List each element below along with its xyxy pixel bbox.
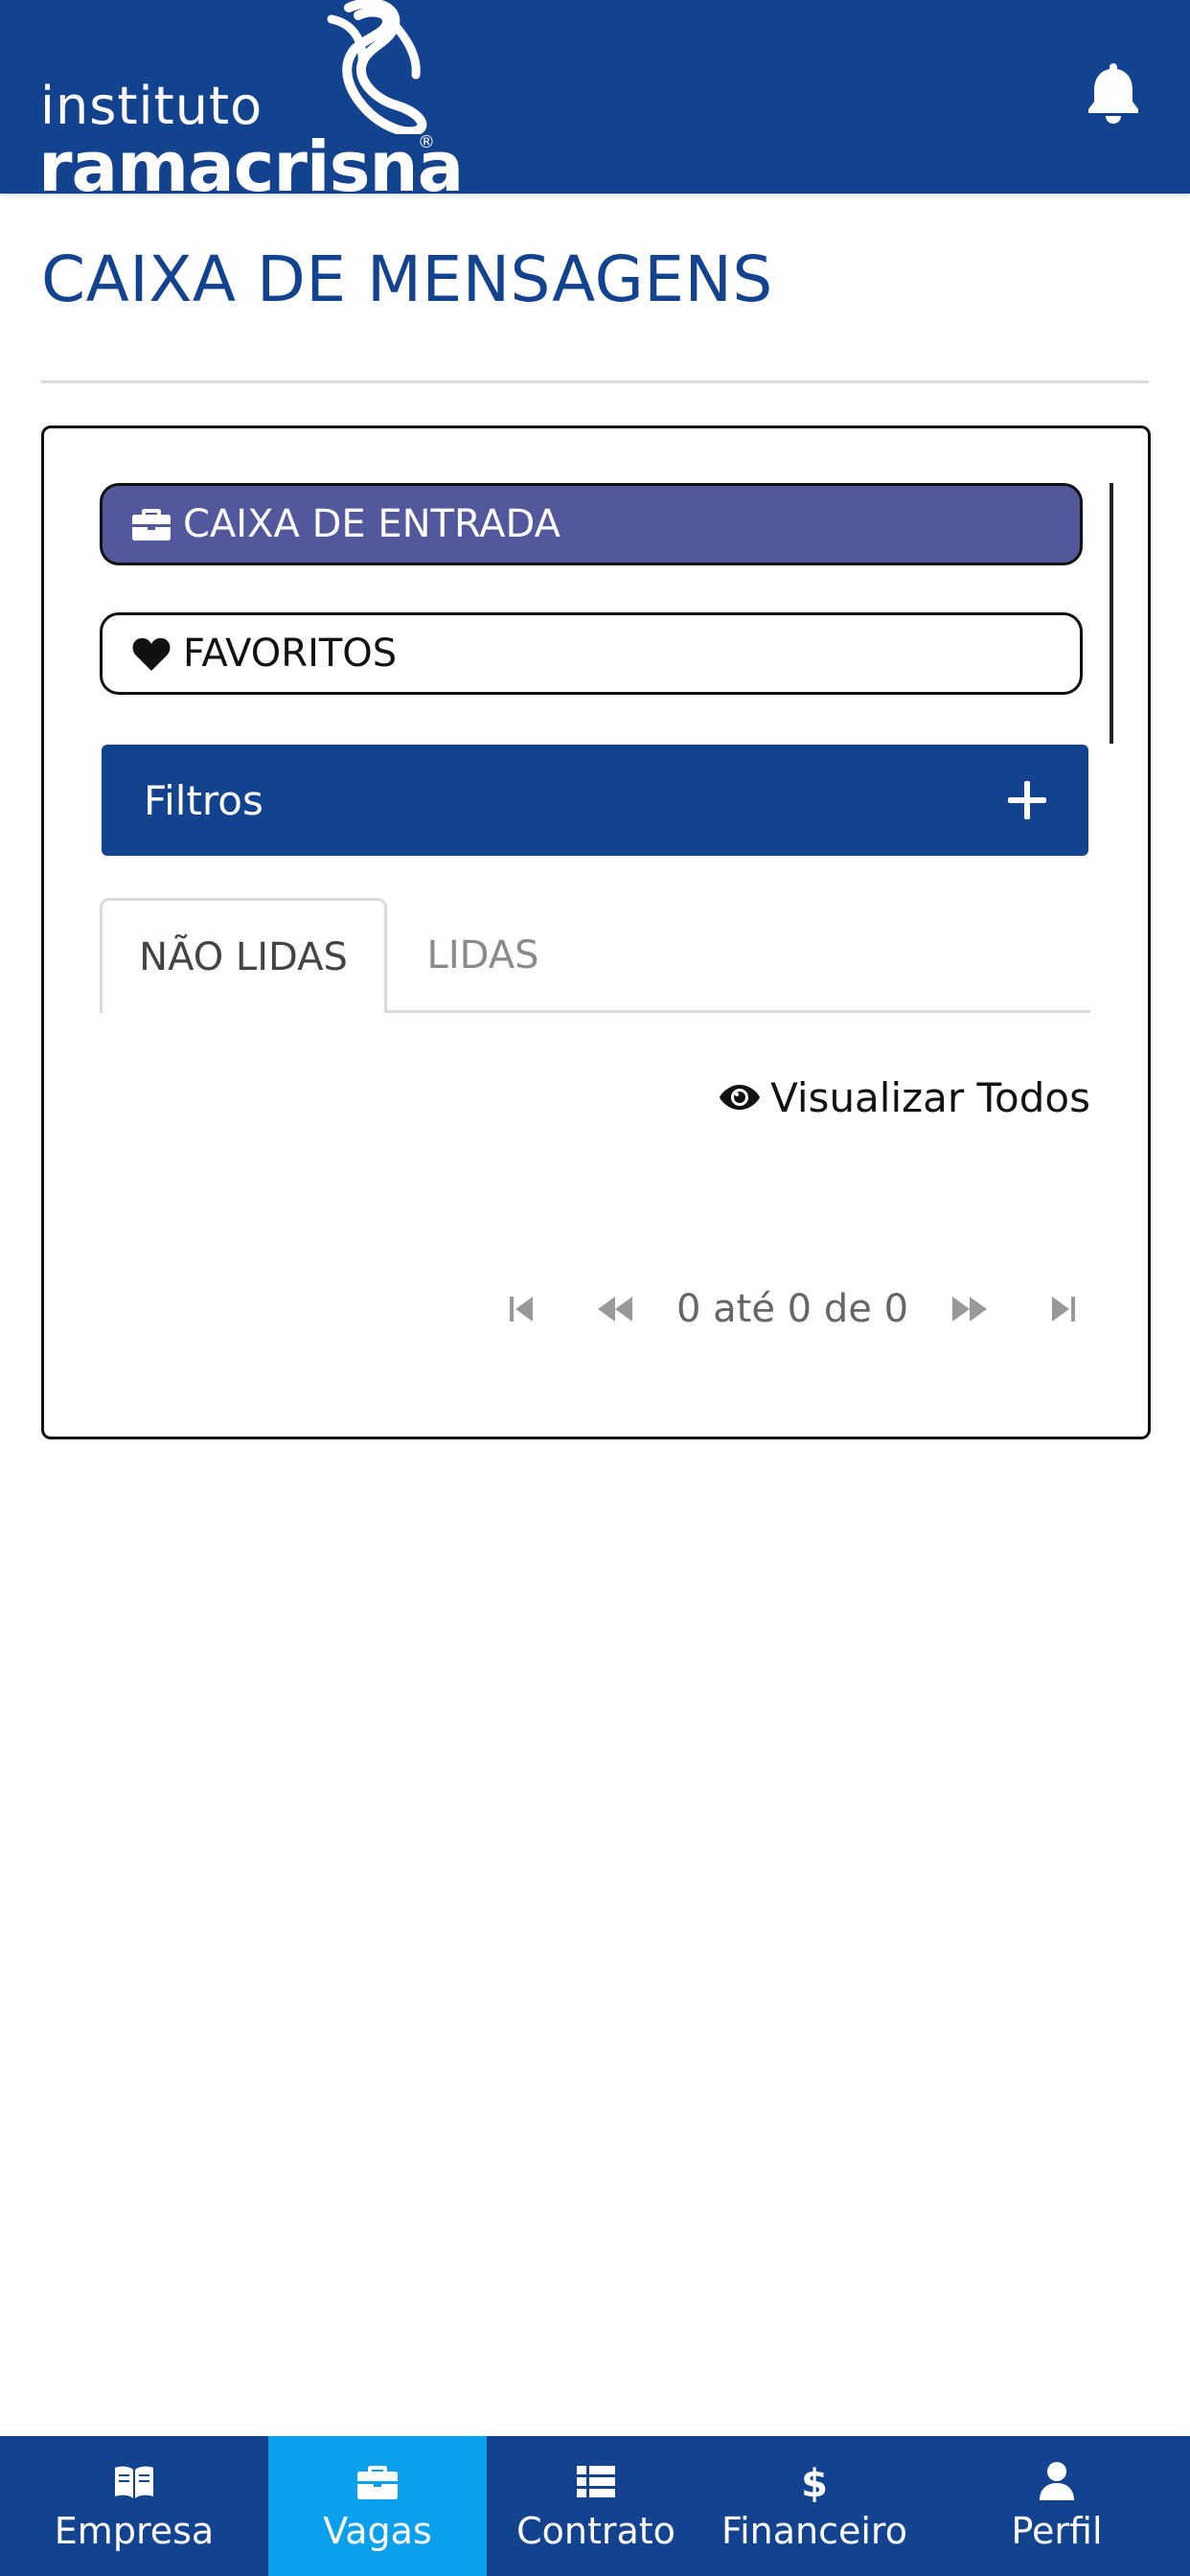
- bell-icon[interactable]: [1085, 59, 1142, 125]
- filters-label: Filtros: [144, 776, 263, 824]
- user-icon: [1040, 2462, 1074, 2500]
- logo[interactable]: instituto ramacrisna ®: [38, 0, 464, 201]
- svg-text:$: $: [801, 2462, 828, 2502]
- last-page-button[interactable]: [1041, 1290, 1087, 1328]
- nav-label-empresa: Empresa: [54, 2510, 215, 2552]
- nav-item-empresa[interactable]: Empresa: [0, 2436, 268, 2576]
- last-page-icon: [1052, 1297, 1076, 1322]
- rewind-icon: [598, 1297, 632, 1322]
- title-divider: [41, 380, 1149, 383]
- pagination: 0 até 0 de 0: [498, 1280, 1087, 1338]
- favorites-label: FAVORITOS: [183, 632, 398, 676]
- tab-unread[interactable]: NÃO LIDAS: [100, 898, 387, 1013]
- briefcase-icon: [132, 509, 171, 540]
- view-all-button[interactable]: Visualizar Todos: [719, 1069, 1090, 1126]
- dollar-icon: $: [801, 2462, 828, 2502]
- logo-text-big: ramacrisna: [38, 126, 464, 207]
- nav-item-financeiro[interactable]: $ Financeiro: [705, 2436, 924, 2576]
- scrollbar[interactable]: [1110, 483, 1113, 744]
- tab-unread-label: NÃO LIDAS: [139, 934, 348, 979]
- previous-page-button[interactable]: [592, 1290, 638, 1328]
- tab-read[interactable]: LIDAS: [387, 898, 579, 1013]
- fast-forward-icon: [952, 1297, 988, 1322]
- logo-mark-icon: [327, 0, 427, 134]
- first-page-button[interactable]: [498, 1290, 544, 1328]
- nav-label-perfil: Perfil: [1011, 2510, 1103, 2552]
- nav-item-vagas[interactable]: Vagas: [268, 2436, 487, 2576]
- next-page-button[interactable]: [947, 1290, 993, 1328]
- logo-text-small: instituto: [40, 76, 263, 136]
- pagination-text: 0 até 0 de 0: [676, 1287, 909, 1331]
- nav-item-contrato[interactable]: Contrato: [487, 2436, 705, 2576]
- favorites-button[interactable]: FAVORITOS: [100, 612, 1083, 695]
- nav-label-vagas: Vagas: [323, 2510, 432, 2552]
- inbox-label: CAIXA DE ENTRADA: [183, 502, 561, 546]
- view-all-label: Visualizar Todos: [770, 1073, 1090, 1121]
- tab-read-label: LIDAS: [426, 933, 539, 978]
- nav-item-perfil[interactable]: Perfil: [924, 2436, 1190, 2576]
- briefcase-icon: [357, 2466, 398, 2499]
- nav-label-financeiro: Financeiro: [721, 2510, 907, 2552]
- filters-toggle[interactable]: Filtros: [102, 745, 1088, 856]
- nav-label-contrato: Contrato: [516, 2510, 675, 2552]
- eye-icon: [720, 1085, 761, 1110]
- list-icon: [577, 2466, 615, 2497]
- book-icon: [115, 2466, 153, 2498]
- heart-icon: [132, 637, 171, 671]
- registered-mark: ®: [418, 132, 435, 152]
- plus-icon: [1008, 781, 1046, 819]
- page-title: CAIXA DE MENSAGENS: [41, 242, 773, 316]
- first-page-icon: [510, 1297, 533, 1322]
- app-header: instituto ramacrisna ®: [0, 0, 1190, 201]
- inbox-button[interactable]: CAIXA DE ENTRADA: [100, 483, 1083, 565]
- bottom-nav: Empresa Vagas Contrato $ Financeiro Perf…: [0, 2436, 1190, 2576]
